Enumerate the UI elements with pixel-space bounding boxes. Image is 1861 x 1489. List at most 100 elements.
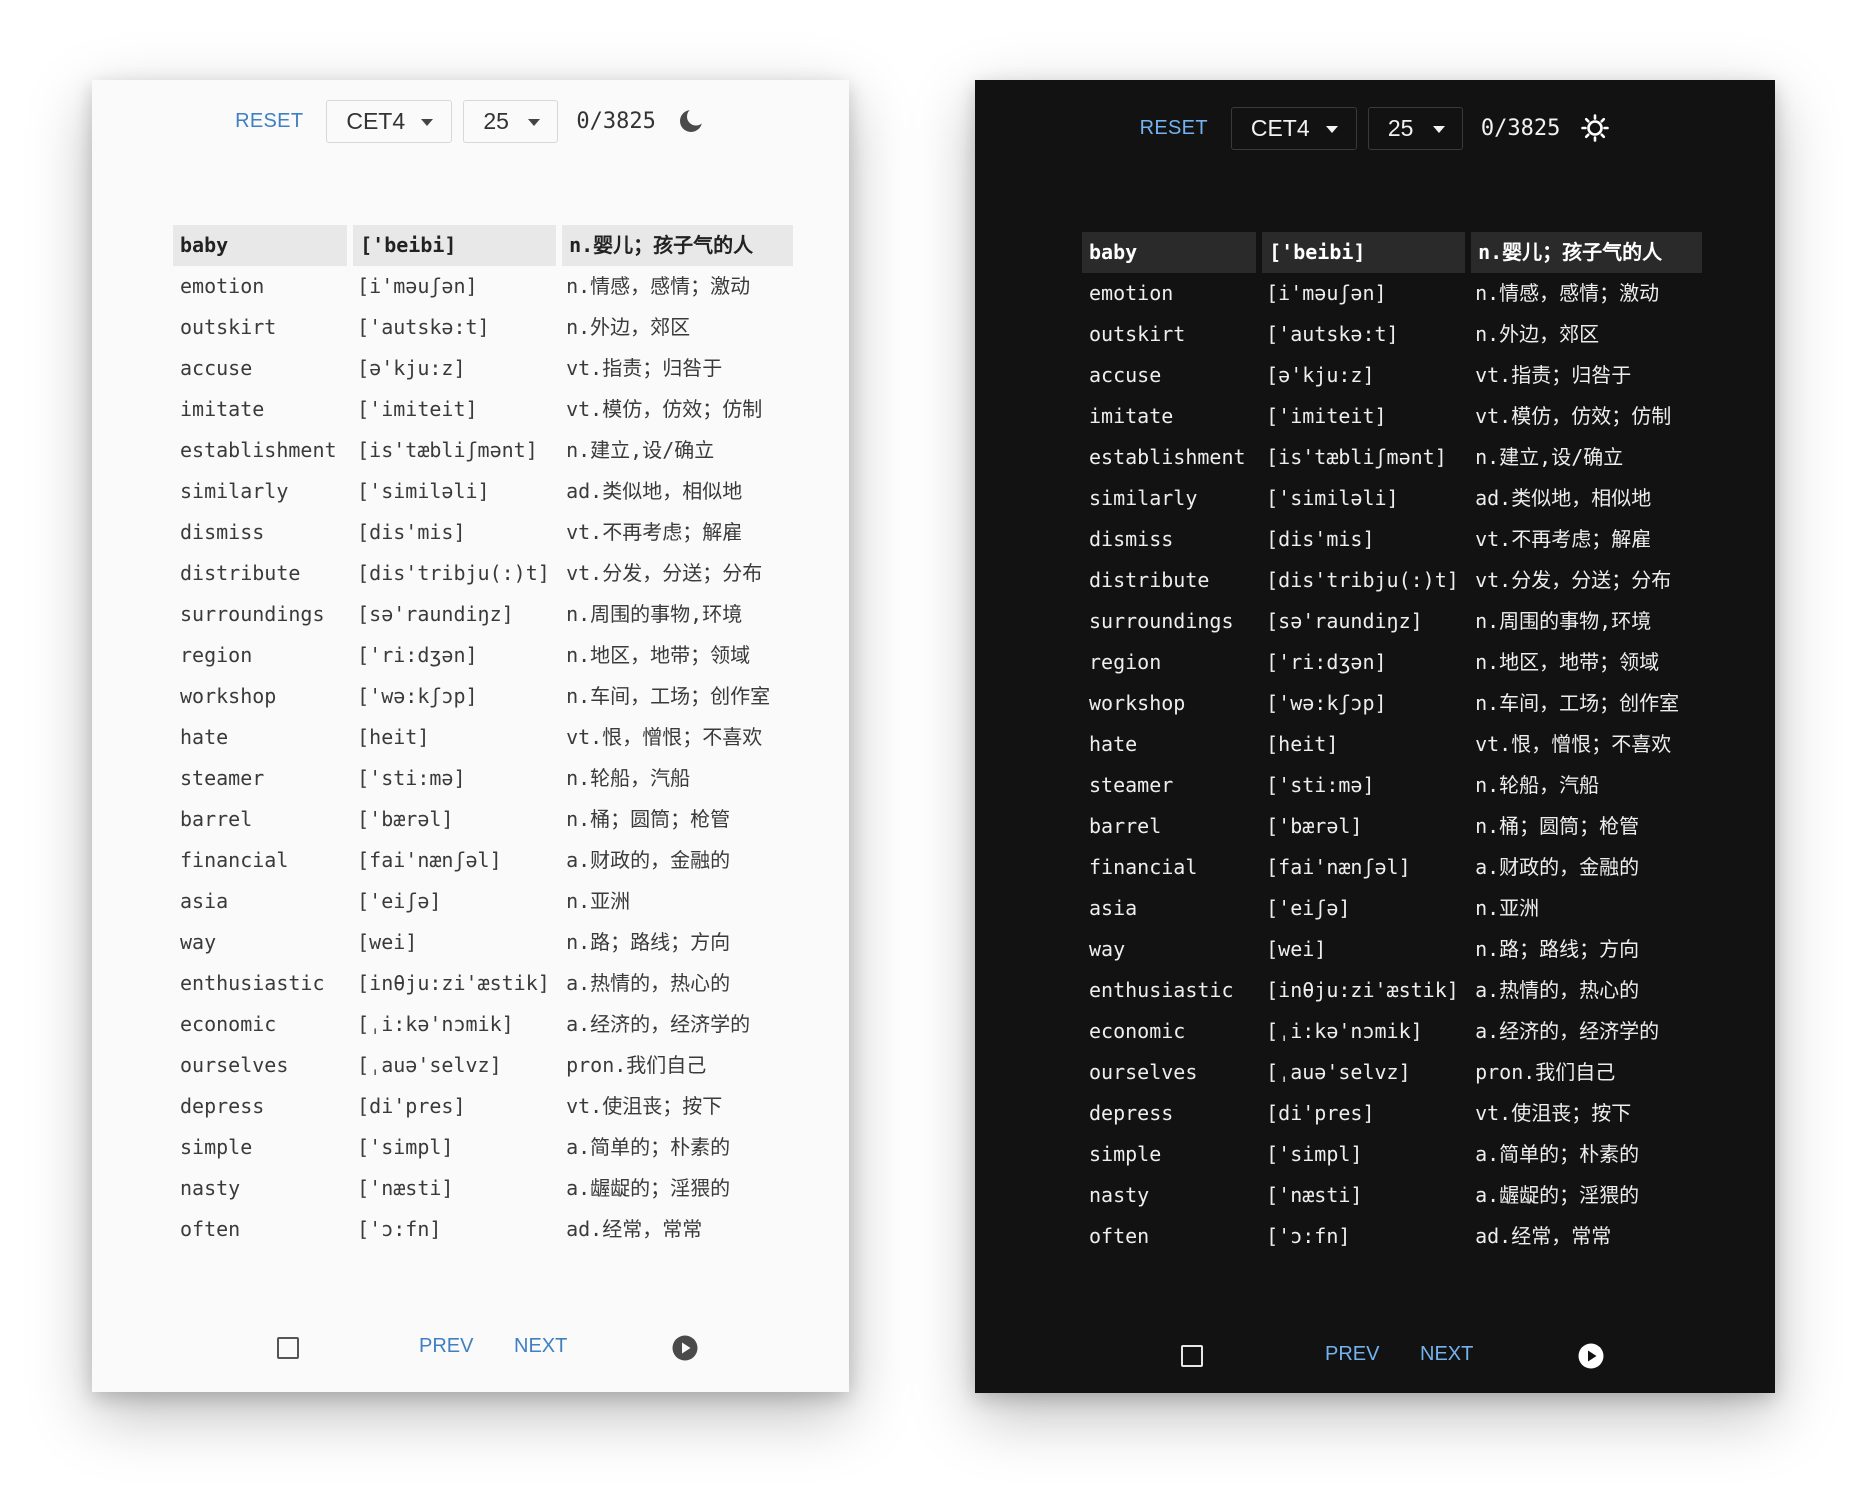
word-row[interactable]: asia ['eiʃə] n.亚洲	[1082, 888, 1702, 929]
word-row[interactable]: distribute [dis'tribju(:)t] vt.分发，分送；分布	[173, 553, 793, 594]
word-row[interactable]: similarly ['similəli] ad.类似地，相似地	[173, 471, 793, 512]
checkbox-icon[interactable]	[1181, 1345, 1203, 1367]
word-row[interactable]: nasty ['næsti] a.龌龊的；淫猥的	[173, 1168, 793, 1209]
word-row[interactable]: establishment [is'tæbliʃmənt] n.建立,设/确立	[1082, 437, 1702, 478]
word-row[interactable]: financial [fai'nænʃəl] a.财政的，金融的	[173, 840, 793, 881]
meaning-cell: vt.不再考虑；解雇	[1475, 527, 1652, 551]
word-row[interactable]: accuse [ə'kju:z] vt.指责；归咎于	[173, 348, 793, 389]
word-cell: nasty	[180, 1176, 241, 1200]
light-theme-panel: RESET CET4 25 0/3825 baby ['beibi] n.婴儿；孩子…	[92, 80, 849, 1392]
word-row[interactable]: surroundings [sə'raundiŋz] n.周围的事物,环境	[173, 594, 793, 635]
word-cell: asia	[1089, 896, 1138, 920]
phonetic-cell: ['wə:kʃɔp]	[1266, 691, 1387, 715]
meaning-cell: n.轮船，汽船	[1475, 773, 1600, 797]
word-row[interactable]: nasty ['næsti] a.龌龊的；淫猥的	[1082, 1175, 1702, 1216]
word-cell: ourselves	[1089, 1060, 1198, 1084]
word-cell: financial	[1089, 855, 1198, 879]
word-cell: simple	[180, 1135, 253, 1159]
word-row[interactable]: establishment [is'tæbliʃmənt] n.建立,设/确立	[173, 430, 793, 471]
word-row[interactable]: dismiss [dis'mis] vt.不再考虑；解雇	[173, 512, 793, 553]
phonetic-cell: [is'tæbliʃmənt]	[1266, 445, 1447, 469]
word-row[interactable]: imitate ['imiteit] vt.模仿，仿效；仿制	[1082, 396, 1702, 437]
page-size-select[interactable]: 25	[1367, 106, 1463, 150]
play-circle-icon[interactable]	[1577, 1342, 1605, 1370]
prev-button[interactable]: PREV	[1325, 1343, 1379, 1366]
word-row[interactable]: surroundings [sə'raundiŋz] n.周围的事物,环境	[1082, 601, 1702, 642]
word-row[interactable]: economic [ˌi:kə'nɔmik] a.经济的，经济学的	[173, 1004, 793, 1045]
meaning-cell: ad.类似地，相似地	[1475, 486, 1652, 510]
word-row[interactable]: depress [di'pres] vt.使沮丧；按下	[173, 1086, 793, 1127]
word-row[interactable]: financial [fai'nænʃəl] a.财政的，金融的	[1082, 847, 1702, 888]
word-row[interactable]: similarly ['similəli] ad.类似地，相似地	[1082, 478, 1702, 519]
phonetic-cell: [di'pres]	[357, 1094, 466, 1118]
progress-counter: 0/3825	[576, 108, 656, 134]
word-row[interactable]: simple ['simpl] a.简单的；朴素的	[1082, 1134, 1702, 1175]
word-row[interactable]: region ['ri:dʒən] n.地区，地带；领域	[173, 635, 793, 676]
sun-icon[interactable]	[1580, 113, 1610, 143]
book-select[interactable]: CET4	[1230, 106, 1357, 150]
word-cell: enthusiastic	[1089, 978, 1234, 1002]
meaning-cell: vt.恨，憎恨；不喜欢	[566, 725, 763, 749]
word-row[interactable]: ourselves [ˌauə'selvz] pron.我们自己	[1082, 1052, 1702, 1093]
reset-button[interactable]: RESET	[235, 110, 303, 133]
phonetic-cell: ['næsti]	[1266, 1183, 1363, 1207]
word-row[interactable]: workshop ['wə:kʃɔp] n.车间，工场；创作室	[173, 676, 793, 717]
moon-icon[interactable]	[676, 106, 706, 136]
word-row[interactable]: hate [heit] vt.恨，憎恨；不喜欢	[1082, 724, 1702, 765]
next-button[interactable]: NEXT	[514, 1335, 567, 1358]
word-cell: often	[1089, 1224, 1150, 1248]
word-row[interactable]: depress [di'pres] vt.使沮丧；按下	[1082, 1093, 1702, 1134]
checkbox-icon[interactable]	[277, 1337, 299, 1359]
word-row[interactable]: often ['ɔ:fn] ad.经常，常常	[1082, 1216, 1702, 1257]
word-row[interactable]: imitate ['imiteit] vt.模仿，仿效；仿制	[173, 389, 793, 430]
word-row[interactable]: emotion [i'məuʃən] n.情感，感情；激动	[1082, 273, 1702, 314]
word-row[interactable]: dismiss [dis'mis] vt.不再考虑；解雇	[1082, 519, 1702, 560]
prev-button[interactable]: PREV	[419, 1335, 473, 1358]
phonetic-cell: ['imiteit]	[357, 397, 478, 421]
play-circle-icon[interactable]	[671, 1334, 699, 1362]
word-row[interactable]: emotion [i'məuʃən] n.情感，感情；激动	[173, 266, 793, 307]
word-cell: steamer	[180, 766, 265, 790]
word-row[interactable]: often ['ɔ:fn] ad.经常，常常	[173, 1209, 793, 1250]
word-row[interactable]: hate [heit] vt.恨，憎恨；不喜欢	[173, 717, 793, 758]
reset-button[interactable]: RESET	[1140, 117, 1208, 140]
word-row[interactable]: ourselves [ˌauə'selvz] pron.我们自己	[173, 1045, 793, 1086]
word-row[interactable]: barrel ['bærəl] n.桶；圆筒；枪管	[173, 799, 793, 840]
word-row[interactable]: outskirt ['autskə:t] n.外边，郊区	[1082, 314, 1702, 355]
word-row[interactable]: asia ['eiʃə] n.亚洲	[173, 881, 793, 922]
word-row[interactable]: baby ['beibi] n.婴儿；孩子气的人	[1082, 232, 1702, 273]
word-row[interactable]: enthusiastic [inθju:zi'æstik] a.热情的，热心的	[173, 963, 793, 1004]
phonetic-cell: [fai'nænʃəl]	[1266, 855, 1411, 879]
page-size-select[interactable]: 25	[463, 99, 559, 143]
word-row[interactable]: steamer ['sti:mə] n.轮船，汽船	[173, 758, 793, 799]
toolbar: RESET CET4 25 0/3825	[92, 99, 849, 143]
word-row[interactable]: way [wei] n.路；路线；方向	[173, 922, 793, 963]
word-cell: steamer	[1089, 773, 1174, 797]
meaning-cell: vt.模仿，仿效；仿制	[566, 397, 763, 421]
meaning-cell: vt.分发，分送；分布	[1475, 568, 1672, 592]
meaning-cell: n.路；路线；方向	[566, 930, 731, 954]
word-row[interactable]: steamer ['sti:mə] n.轮船，汽船	[1082, 765, 1702, 806]
word-row[interactable]: simple ['simpl] a.简单的；朴素的	[173, 1127, 793, 1168]
meaning-cell: n.建立,设/确立	[566, 438, 715, 462]
word-row[interactable]: distribute [dis'tribju(:)t] vt.分发，分送；分布	[1082, 560, 1702, 601]
book-select[interactable]: CET4	[326, 99, 453, 143]
word-row[interactable]: baby ['beibi] n.婴儿；孩子气的人	[173, 225, 793, 266]
word-row[interactable]: barrel ['bærəl] n.桶；圆筒；枪管	[1082, 806, 1702, 847]
meaning-cell: n.地区，地带；领域	[566, 643, 751, 667]
word-row[interactable]: way [wei] n.路；路线；方向	[1082, 929, 1702, 970]
next-button[interactable]: NEXT	[1420, 1343, 1473, 1366]
word-cell: establishment	[1089, 445, 1246, 469]
dark-theme-panel: RESET CET4 25 0/3825 baby ['beibi] n.婴儿；…	[975, 80, 1775, 1393]
word-row[interactable]: workshop ['wə:kʃɔp] n.车间，工场；创作室	[1082, 683, 1702, 724]
meaning-cell: n.周围的事物,环境	[1475, 609, 1652, 633]
word-row[interactable]: outskirt ['autskə:t] n.外边，郊区	[173, 307, 793, 348]
word-row[interactable]: region ['ri:dʒən] n.地区，地带；领域	[1082, 642, 1702, 683]
word-row[interactable]: economic [ˌi:kə'nɔmik] a.经济的，经济学的	[1082, 1011, 1702, 1052]
meaning-cell: n.婴儿；孩子气的人	[1465, 232, 1702, 273]
word-cell: distribute	[1089, 568, 1210, 592]
word-row[interactable]: enthusiastic [inθju:zi'æstik] a.热情的，热心的	[1082, 970, 1702, 1011]
vocabulary-table-body: baby ['beibi] n.婴儿；孩子气的人 emotion [i'məuʃən] n…	[173, 225, 793, 1250]
word-row[interactable]: accuse [ə'kju:z] vt.指责；归咎于	[1082, 355, 1702, 396]
phonetic-cell: [fai'nænʃəl]	[357, 848, 502, 872]
